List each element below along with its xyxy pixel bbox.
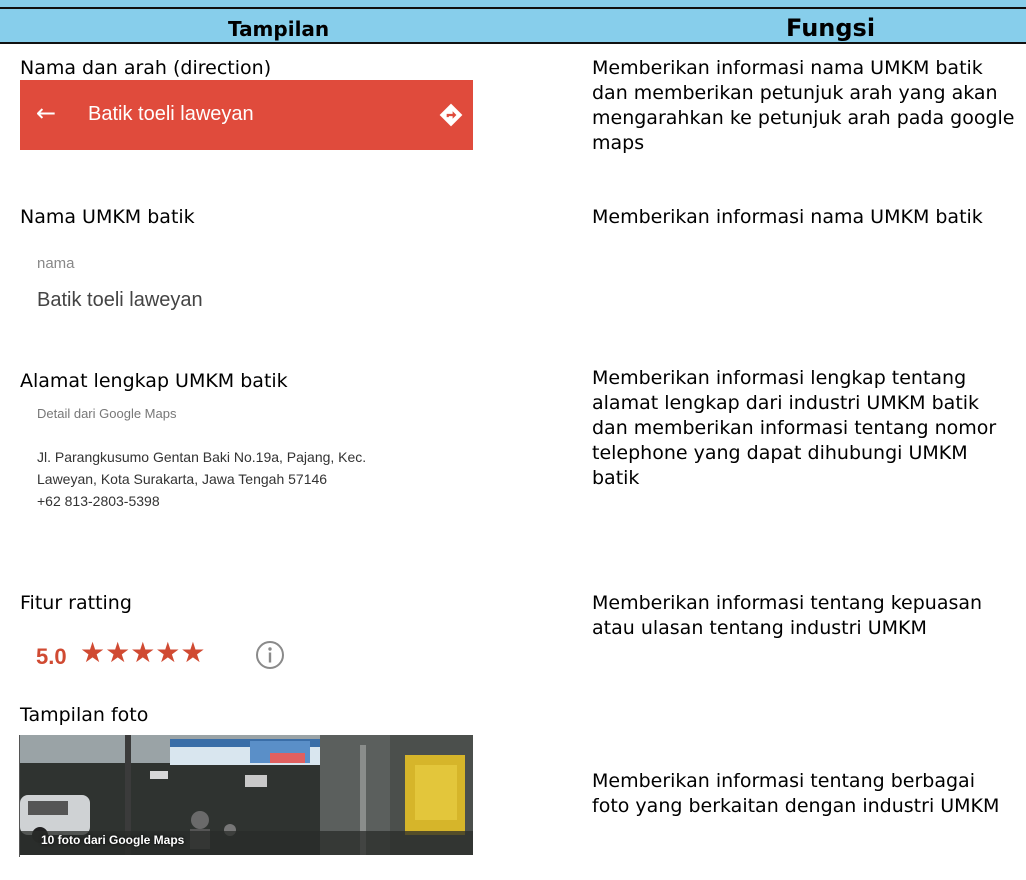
arrow-left-icon[interactable]: ← — [36, 98, 56, 128]
info-icon[interactable] — [254, 639, 286, 671]
address-line-2: Laweyan, Kota Surakarta, Jawa Tengah 571… — [37, 471, 328, 487]
header-bottom-rule — [0, 42, 1026, 44]
name-field-value: Batik toeli laweyan — [37, 289, 203, 311]
row-label-nama-arah: Nama dan arah (direction) — [20, 57, 272, 79]
header-fungsi: Fungsi — [786, 14, 876, 42]
name-field-caption: nama — [37, 255, 75, 272]
photo-caption: 10 foto dari Google Maps — [41, 833, 185, 847]
row-label-foto: Tampilan foto — [20, 704, 149, 726]
star-rating: ★★★★★ — [80, 636, 206, 669]
row-label-nama-umkm: Nama UMKM batik — [20, 206, 195, 228]
app-bar: ← Batik toeli laweyan — [20, 80, 473, 150]
header-top-rule — [0, 7, 1026, 9]
address-line-1: Jl. Parangkusumo Gentan Baki No.19a, Paj… — [37, 449, 367, 465]
row-label-rating: Fitur ratting — [20, 592, 132, 614]
photo-thumbnail[interactable]: 10 foto dari Google Maps — [20, 735, 473, 855]
row-desc-nama-arah: Memberikan informasi nama UMKM batik dan… — [592, 57, 1015, 154]
table-header: Tampilan Fungsi — [0, 0, 1026, 44]
directions-icon[interactable] — [438, 102, 464, 128]
address-block: Jl. Parangkusumo Gentan Baki No.19a, Paj… — [37, 446, 437, 512]
address-caption: Detail dari Google Maps — [37, 406, 177, 421]
rating-score: 5.0 — [36, 644, 67, 669]
header-tampilan: Tampilan — [228, 17, 330, 41]
app-bar-title: Batik toeli laweyan — [88, 103, 254, 125]
row-desc-nama-umkm: Memberikan informasi nama UMKM batik — [592, 206, 983, 228]
row-desc-foto: Memberikan informasi tentang berbagai fo… — [592, 770, 1000, 817]
row-label-alamat: Alamat lengkap UMKM batik — [20, 370, 288, 392]
address-phone[interactable]: +62 813-2803-5398 — [37, 490, 437, 512]
row-desc-rating: Memberikan informasi tentang kepuasan at… — [592, 592, 983, 639]
row-desc-alamat: Memberikan informasi lengkap tentang ala… — [592, 367, 997, 489]
